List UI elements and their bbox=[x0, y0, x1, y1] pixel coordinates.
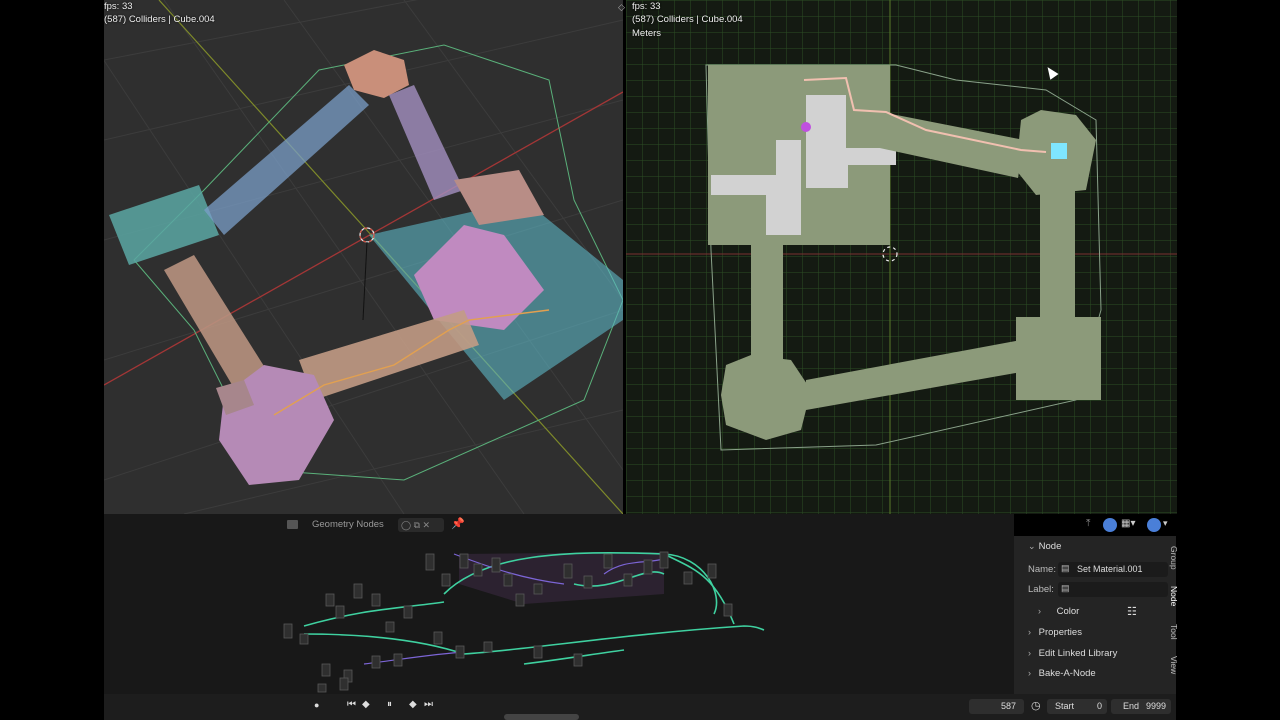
jump-end-button[interactable]: ⏭ bbox=[424, 699, 433, 710]
pin-icon[interactable]: 📌 bbox=[451, 517, 465, 530]
scene-perspective bbox=[104, 0, 623, 514]
name-value: Set Material.001 bbox=[1077, 564, 1143, 574]
node-panel-title: Node bbox=[1038, 541, 1062, 552]
end-frame-field[interactable]: End 9999 bbox=[1111, 699, 1171, 714]
node-editor-header: Geometry Nodes ◯ ⧉ ✕ 📌 ⤒ ▦▾ ▾ bbox=[104, 516, 1176, 536]
pause-button[interactable]: ⏸ bbox=[387, 699, 392, 710]
tab-node[interactable]: Node bbox=[1169, 586, 1179, 606]
list-icon[interactable]: ☷ bbox=[1127, 605, 1137, 618]
bake-a-node-title: Bake-A-Node bbox=[1038, 668, 1096, 679]
properties-panel-header[interactable]: › Properties bbox=[1028, 627, 1082, 638]
edit-linked-library-panel-header[interactable]: › Edit Linked Library bbox=[1028, 648, 1117, 659]
scene-top bbox=[626, 0, 1177, 514]
start-frame-field[interactable]: Start 0 bbox=[1047, 699, 1107, 714]
chevron-right-icon: › bbox=[1038, 606, 1041, 616]
node-editor-canvas[interactable] bbox=[104, 514, 1014, 694]
end-label: End bbox=[1123, 701, 1140, 711]
node-icon: ▤ bbox=[1061, 583, 1070, 593]
parent-node-tree-icon[interactable]: ⤒ bbox=[1086, 518, 1090, 529]
stopwatch-icon[interactable]: ◷ bbox=[1031, 699, 1041, 712]
area-split-icon[interactable]: ◇ bbox=[618, 2, 625, 13]
fake-user-toggle[interactable]: ◯ ⧉ ✕ bbox=[398, 518, 444, 532]
node-panel-header[interactable]: ⌄ Node bbox=[1028, 541, 1061, 552]
viewport-3d-top[interactable]: fps: 33 (587) Colliders | Cube.004 Meter… bbox=[626, 0, 1177, 514]
node-icon: ▤ bbox=[1061, 563, 1070, 573]
tab-tool[interactable]: Tool bbox=[1169, 624, 1179, 640]
end-value: 9999 bbox=[1145, 701, 1166, 711]
fps-readout: fps: 33 bbox=[104, 1, 133, 12]
chevron-right-icon: › bbox=[1028, 668, 1031, 678]
node-graph bbox=[283, 551, 765, 693]
edit-linked-library-title: Edit Linked Library bbox=[1038, 648, 1118, 659]
keyframe-prev-button[interactable]: ◆ bbox=[362, 699, 370, 710]
chevron-down-icon[interactable]: ▾ bbox=[1163, 518, 1168, 529]
name-label: Name: bbox=[1028, 564, 1056, 575]
color-label: Color bbox=[1056, 606, 1080, 617]
color-subpanel[interactable]: › Color bbox=[1038, 606, 1079, 617]
jump-start-button[interactable]: ⏮ bbox=[347, 699, 356, 710]
viewport-3d-perspective[interactable]: fps: 33 (587) Colliders | Cube.004 bbox=[104, 0, 623, 514]
sidebar-panel: ⌄ Node Name: ▤ Set Material.001 Label: ▤… bbox=[1014, 536, 1179, 694]
timeline-bar: ● ⏮ ◆ ⏸ ◆ ⏭ 587 ◷ Start 0 End 9999 bbox=[104, 694, 1176, 720]
properties-panel-title: Properties bbox=[1038, 627, 1082, 638]
chevron-right-icon: › bbox=[1028, 648, 1031, 658]
chevron-right-icon: › bbox=[1028, 627, 1031, 637]
keyframe-next-button[interactable]: ◆ bbox=[409, 699, 417, 710]
units-label: Meters bbox=[632, 28, 662, 39]
current-frame-field[interactable]: 587 bbox=[969, 699, 1024, 714]
start-label: Start bbox=[1055, 701, 1075, 711]
chevron-down-icon: ⌄ bbox=[1028, 541, 1036, 551]
overlay-toggle-icon[interactable] bbox=[1103, 518, 1117, 532]
tab-group[interactable]: Group bbox=[1169, 546, 1179, 570]
tab-view[interactable]: View bbox=[1169, 656, 1179, 674]
snap-icon[interactable]: ▦▾ bbox=[1121, 518, 1135, 529]
label-label: Label: bbox=[1028, 584, 1054, 595]
bake-a-node-panel-header[interactable]: › Bake-A-Node bbox=[1028, 668, 1096, 679]
record-button[interactable]: ● bbox=[314, 700, 319, 710]
node-tree-name[interactable]: Geometry Nodes bbox=[312, 519, 384, 530]
label-field[interactable]: ▤ bbox=[1058, 582, 1168, 597]
start-value: 0 bbox=[1096, 701, 1102, 711]
gizmo-toggle-icon[interactable] bbox=[1147, 518, 1161, 532]
name-field[interactable]: ▤ Set Material.001 bbox=[1058, 562, 1168, 577]
object-info: (587) Colliders | Cube.004 bbox=[632, 14, 743, 25]
object-info: (587) Colliders | Cube.004 bbox=[104, 14, 215, 25]
fps-readout: fps: 33 bbox=[632, 1, 661, 12]
node-tree-icon[interactable] bbox=[287, 520, 298, 529]
horizontal-scrollbar[interactable] bbox=[504, 714, 579, 720]
